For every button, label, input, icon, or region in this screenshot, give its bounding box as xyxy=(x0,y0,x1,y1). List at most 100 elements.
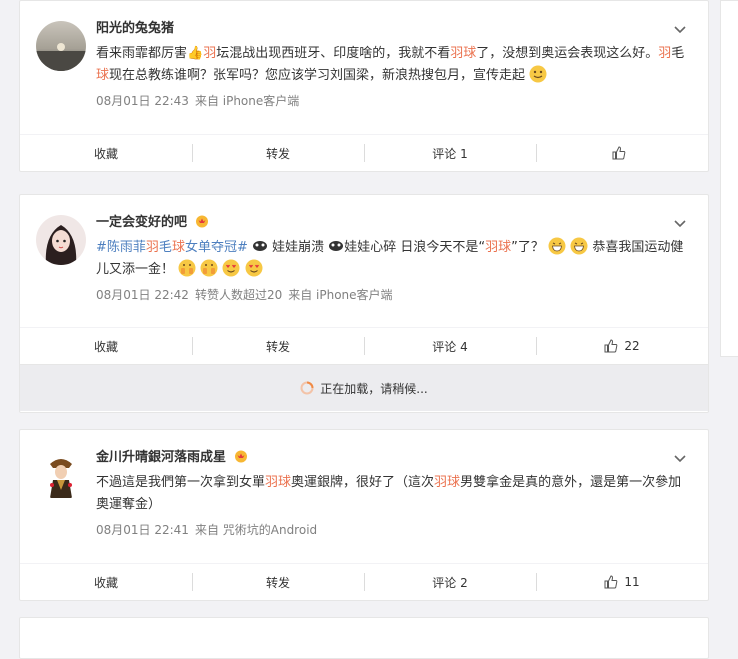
username-row: 一定会变好的吧 xyxy=(96,213,692,233)
username[interactable]: 金川升晴銀河落雨成星 xyxy=(96,450,226,465)
post-time[interactable]: 08月01日 22:41 xyxy=(96,523,189,537)
text-seg: 了，没想到奥运会表现这么好。 xyxy=(476,46,659,61)
chevron-down-icon[interactable] xyxy=(674,220,686,228)
collect-label: 收藏 xyxy=(93,339,118,354)
repost-info: 转赞人数超过20 xyxy=(194,288,283,302)
keyword-highlight: 羽 xyxy=(145,240,159,255)
keyword-highlight: 球 xyxy=(171,240,185,255)
post-time[interactable]: 08月01日 22:43 xyxy=(96,94,189,108)
heart-eyes-emoji-icon xyxy=(222,259,240,277)
repost-label: 转发 xyxy=(265,575,290,590)
like-button[interactable]: 11 xyxy=(536,564,708,600)
post-meta: 08月01日 22:42 转赞人数超过20 来自 iPhone客户端 xyxy=(96,287,692,303)
comment-button[interactable]: 评论 1 xyxy=(364,135,536,171)
loading-text: 正在加载，请稍候... xyxy=(320,381,428,396)
doll-emoji-icon xyxy=(329,241,344,251)
collect-label: 收藏 xyxy=(93,146,118,161)
text-seg: 毛 xyxy=(671,46,685,61)
keyword-highlight: 羽 xyxy=(658,46,672,61)
post-card: 金川升晴銀河落雨成星 不過這是我們第一次拿到女單羽球奧運銀牌，很好了（這次羽球男… xyxy=(19,429,709,601)
post-body: 一定会变好的吧 #陈雨菲羽毛球女单夺冠# 娃娃崩溃 娃娃心碎 日浪今天不是“羽球… xyxy=(20,195,708,303)
text-seg: ”了？ xyxy=(511,240,544,255)
username[interactable]: 一定会变好的吧 xyxy=(96,215,187,230)
keyword-highlight: 羽球 xyxy=(434,475,461,490)
repost-button[interactable]: 转发 xyxy=(192,135,364,171)
post-footer: 收藏 转发 评论 4 22 正在加载，请稍候... xyxy=(20,327,708,411)
repost-label: 转发 xyxy=(265,339,290,354)
avatar[interactable] xyxy=(36,450,86,500)
chevron-down-icon[interactable] xyxy=(674,26,686,34)
avatar[interactable] xyxy=(36,21,86,71)
repost-button[interactable]: 转发 xyxy=(192,564,364,600)
text-seg: 现在总教练谁啊？张军吗？您应该学习刘国梁，新浪热搜包月，宣传走起 xyxy=(109,68,526,83)
action-bar: 收藏 转发 评论 2 11 xyxy=(20,563,708,600)
text-seg: 不過這是我們第一次拿到女單 xyxy=(96,475,266,490)
comment-label: 评论 2 xyxy=(432,575,468,590)
post-text: #陈雨菲羽毛球女单夺冠# 娃娃崩溃 娃娃心碎 日浪今天不是“羽球”了？ 恭喜我国… xyxy=(96,237,692,281)
member-crown-badge-icon[interactable] xyxy=(195,214,209,228)
text-seg: 看来雨霏都厉害 xyxy=(96,46,188,61)
post-card: 一定会变好的吧 #陈雨菲羽毛球女单夺冠# 娃娃崩溃 娃娃心碎 日浪今天不是“羽球… xyxy=(19,194,709,413)
comment-label: 评论 1 xyxy=(432,146,468,161)
like-button[interactable]: 22 xyxy=(536,328,708,364)
post-card: 阳光的兔兔猪 看来雨霏都厉害👍羽坛混战出现西班牙、印度啥的，我就不看羽球了，没想… xyxy=(19,0,709,172)
post-card-next xyxy=(19,617,709,659)
like-count: 22 xyxy=(624,339,640,353)
text-seg: 坛混战出现西班牙、印度啥的，我就不看 xyxy=(216,46,451,61)
doll-emoji-icon xyxy=(253,241,267,251)
keyword-highlight: 球 xyxy=(96,68,110,83)
keyword-highlight: 羽球 xyxy=(485,240,512,255)
username-row: 金川升晴銀河落雨成星 xyxy=(96,448,692,468)
post-body: 阳光的兔兔猪 看来雨霏都厉害👍羽坛混战出现西班牙、印度啥的，我就不看羽球了，没想… xyxy=(20,1,708,109)
post-source: 来自 咒術坑的Android xyxy=(194,523,318,537)
post-body: 金川升晴銀河落雨成星 不過這是我們第一次拿到女單羽球奧運銀牌，很好了（這次羽球男… xyxy=(20,430,708,538)
post-meta: 08月01日 22:43 来自 iPhone客户端 xyxy=(96,93,692,109)
collect-button[interactable]: 收藏 xyxy=(20,564,192,600)
thumbs-emoji-icon: 👍 xyxy=(187,46,204,61)
hashtag-link[interactable]: 女单夺冠# xyxy=(185,240,248,255)
thumbs-up-icon xyxy=(612,146,626,160)
action-bar: 收藏 转发 评论 1 xyxy=(20,134,708,171)
feed: 阳光的兔兔猪 看来雨霏都厉害👍羽坛混战出现西班牙、印度啥的，我就不看羽球了，没想… xyxy=(19,0,709,659)
collect-button[interactable]: 收藏 xyxy=(20,135,192,171)
comment-label: 评论 4 xyxy=(432,339,468,354)
heart-eyes-emoji-icon xyxy=(245,259,263,277)
smile-emoji-icon xyxy=(529,65,547,83)
text-seg: 奧運銀牌，很好了（這次 xyxy=(291,475,435,490)
chevron-down-icon[interactable] xyxy=(674,455,686,463)
comment-button[interactable]: 评论 4 xyxy=(364,328,536,364)
collect-button[interactable]: 收藏 xyxy=(20,328,192,364)
avatar[interactable] xyxy=(36,215,86,265)
keyword-highlight: 羽 xyxy=(203,46,217,61)
post-text: 看来雨霏都厉害👍羽坛混战出现西班牙、印度啥的，我就不看羽球了，没想到奥运会表现这… xyxy=(96,43,692,87)
comments-loading: 正在加载，请稍候... xyxy=(20,364,708,411)
keyword-highlight: 羽球 xyxy=(450,46,477,61)
member-crown-badge-icon[interactable] xyxy=(234,449,248,463)
like-count: 11 xyxy=(624,575,640,589)
grin-emoji-icon xyxy=(570,237,588,255)
post-time[interactable]: 08月01日 22:42 xyxy=(96,288,189,302)
like-button[interactable] xyxy=(536,135,708,171)
clap-emoji-icon xyxy=(178,259,196,277)
post-text: 不過這是我們第一次拿到女單羽球奧運銀牌，很好了（這次羽球男雙拿金是真的意外，還是… xyxy=(96,472,692,516)
loading-spinner-icon xyxy=(300,381,314,395)
clap-emoji-icon xyxy=(200,259,218,277)
collect-label: 收藏 xyxy=(93,575,118,590)
thumbs-up-icon xyxy=(604,339,618,353)
keyword-highlight: 羽球 xyxy=(265,475,292,490)
hashtag-link[interactable]: #陈雨菲 xyxy=(96,240,146,255)
thumbs-up-icon xyxy=(604,575,618,589)
comment-button[interactable]: 评论 2 xyxy=(364,564,536,600)
right-sidebar-panel xyxy=(720,0,738,357)
post-source: 来自 iPhone客户端 xyxy=(194,94,300,108)
repost-label: 转发 xyxy=(265,146,290,161)
text-seg: 娃娃心碎 日浪今天不是“ xyxy=(344,240,486,255)
grin-emoji-icon xyxy=(548,237,566,255)
action-bar: 收藏 转发 评论 4 22 xyxy=(20,327,708,364)
hashtag-link[interactable]: 毛 xyxy=(159,240,172,255)
post-source: 来自 iPhone客户端 xyxy=(288,288,393,302)
username[interactable]: 阳光的兔兔猪 xyxy=(96,19,692,39)
text-seg: 娃娃崩溃 xyxy=(268,240,329,255)
repost-button[interactable]: 转发 xyxy=(192,328,364,364)
post-meta: 08月01日 22:41 来自 咒術坑的Android xyxy=(96,522,692,538)
